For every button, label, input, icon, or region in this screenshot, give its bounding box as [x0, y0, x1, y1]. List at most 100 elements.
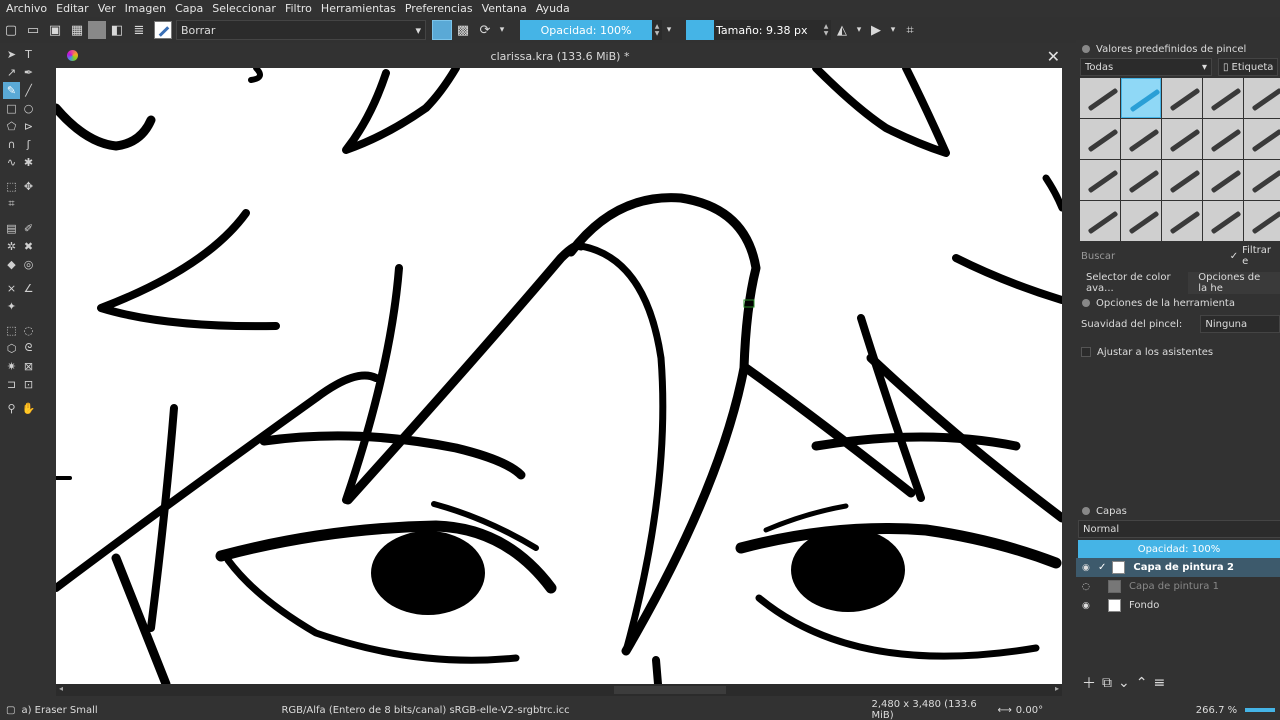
move-up-icon[interactable]: ⌃ — [1136, 675, 1148, 691]
close-icon[interactable]: ✕ — [1047, 47, 1060, 66]
fill-tool-icon[interactable]: ◆ — [3, 256, 20, 273]
brush-preset[interactable] — [1244, 78, 1280, 118]
gradient-icon[interactable]: ▦ — [66, 19, 88, 41]
brush-preset[interactable] — [1080, 78, 1120, 118]
assistant-tool-icon[interactable]: ⨯ — [3, 280, 20, 297]
color-picker-icon[interactable]: ✐ — [20, 220, 37, 237]
color-swap-icon[interactable]: ◧ — [106, 19, 128, 41]
add-layer-icon[interactable]: ＋ — [1082, 673, 1096, 693]
dynamic-brush-icon[interactable]: ∿ — [3, 154, 20, 171]
enclose-fill-icon[interactable]: ◎ — [20, 256, 37, 273]
size-spinner[interactable]: ▲ ▼ — [821, 20, 831, 40]
hidden-eye-icon[interactable]: ◌ — [1082, 582, 1094, 592]
brush-preset[interactable] — [1203, 78, 1243, 118]
brush-preset[interactable] — [1162, 119, 1202, 159]
assistants-checkbox[interactable] — [1081, 347, 1091, 357]
menu-ayuda[interactable]: Ayuda — [536, 2, 570, 15]
smoothing-combo[interactable]: Ninguna — [1200, 315, 1280, 333]
polygon-tool-icon[interactable]: ⬠ — [3, 118, 20, 135]
size-slider[interactable]: Tamaño: 9.38 px — [686, 20, 821, 40]
polyline-tool-icon[interactable]: ⊳ — [20, 118, 37, 135]
docker-float-icon[interactable] — [1082, 299, 1090, 307]
vertical-scrollbar[interactable] — [1062, 68, 1072, 684]
freehand-select-icon[interactable]: ᘓ — [20, 340, 37, 357]
layer-name[interactable]: Fondo — [1129, 600, 1159, 611]
mirror-horizontal-icon[interactable]: ◭ — [831, 19, 853, 41]
preset-combo[interactable]: Borrar ▾ — [176, 20, 426, 40]
menu-ver[interactable]: Ver — [98, 2, 116, 15]
tab-tool-options[interactable]: Opciones de la he — [1188, 272, 1280, 294]
alpha-lock-icon[interactable]: ▩ — [452, 19, 474, 41]
scrollbar-thumb[interactable] — [614, 686, 726, 694]
menu-ventana[interactable]: Ventana — [482, 2, 527, 15]
preset-search-input[interactable]: Buscar — [1081, 251, 1230, 262]
freehand-brush-icon[interactable]: ✎ — [3, 81, 20, 99]
similar-select-icon[interactable]: ⊠ — [20, 358, 37, 375]
menu-editar[interactable]: Editar — [56, 2, 89, 15]
eye-icon[interactable]: ◉ — [1082, 601, 1094, 611]
check-icon[interactable]: ✓ — [1098, 562, 1106, 573]
move-tool-icon[interactable]: ✥ — [20, 178, 37, 195]
menu-imagen[interactable]: Imagen — [125, 2, 166, 15]
brush-preset[interactable] — [1080, 160, 1120, 200]
reference-image-icon[interactable]: ✦ — [3, 298, 20, 315]
brush-settings-icon[interactable]: ≣ — [128, 19, 150, 41]
brush-preset[interactable] — [1080, 119, 1120, 159]
gradient-tool-icon[interactable]: ▤ — [3, 220, 20, 237]
docker-float-icon[interactable] — [1082, 507, 1090, 515]
reload-preset-icon[interactable]: ⟳ — [474, 19, 496, 41]
contiguous-select-icon[interactable]: ✷ — [3, 358, 20, 375]
pattern-icon[interactable] — [88, 21, 106, 39]
scroll-right-icon[interactable]: ▸ — [1055, 684, 1059, 693]
brush-preset[interactable] — [1162, 201, 1202, 241]
text-tool-icon[interactable]: T — [20, 46, 37, 63]
document-tab[interactable]: clarissa.kra (133.6 MiB) * ✕ — [55, 45, 1065, 68]
transform-tool-icon[interactable]: ⬚ — [3, 178, 20, 195]
chevron-down-icon[interactable]: ▾ — [853, 19, 865, 41]
rotate-icon[interactable]: ⟷ — [997, 705, 1011, 716]
duplicate-layer-icon[interactable]: ⧉ — [1102, 675, 1112, 691]
check-icon[interactable]: ✓ — [1230, 251, 1238, 262]
pan-tool-icon[interactable]: ✋ — [20, 400, 37, 417]
chevron-down-icon[interactable]: ▾ — [887, 19, 899, 41]
select-shapes-icon[interactable]: ➤ — [3, 46, 20, 63]
menu-capa[interactable]: Capa — [175, 2, 203, 15]
menu-seleccionar[interactable]: Seleccionar — [212, 2, 276, 15]
eye-icon[interactable]: ◉ — [1082, 563, 1094, 573]
open-folder-icon[interactable]: ▭ — [22, 19, 44, 41]
layer-opacity-slider[interactable]: Opacidad: 100% — [1078, 540, 1280, 558]
chevron-down-icon[interactable]: ▾ — [662, 19, 676, 41]
menu-archivo[interactable]: Archivo — [6, 2, 47, 15]
ellipse-tool-icon[interactable]: ○ — [20, 100, 37, 117]
docker-float-icon[interactable] — [1082, 45, 1090, 53]
line-tool-icon[interactable]: ╱ — [20, 82, 37, 99]
edit-shapes-icon[interactable]: ↗ — [3, 64, 20, 81]
layer-row[interactable]: ◌ Capa de pintura 1 — [1076, 577, 1280, 596]
eraser-mode-button[interactable] — [432, 20, 452, 40]
polygon-select-icon[interactable]: ⬡ — [3, 340, 20, 357]
layer-row[interactable]: ◉ ✓ Capa de pintura 2 — [1076, 558, 1280, 577]
bezier-select-icon[interactable]: ⊐ — [3, 376, 20, 393]
menu-preferencias[interactable]: Preferencias — [405, 2, 473, 15]
rectangle-tool-icon[interactable]: □ — [3, 100, 20, 117]
zoom-slider[interactable] — [1245, 708, 1276, 712]
crop-wrap-icon[interactable]: ⌗ — [899, 19, 921, 41]
bezier-tool-icon[interactable]: ∩ — [3, 136, 20, 153]
brush-preset[interactable] — [1203, 160, 1243, 200]
mirror-vertical-icon[interactable]: ▶ — [865, 19, 887, 41]
save-icon[interactable]: ▣ — [44, 19, 66, 41]
brush-preset[interactable] — [1162, 78, 1202, 118]
brush-preset[interactable] — [1203, 201, 1243, 241]
layer-name[interactable]: Capa de pintura 2 — [1133, 562, 1234, 573]
brush-preset[interactable] — [1244, 201, 1280, 241]
rect-select-icon[interactable]: ⬚ — [3, 322, 20, 339]
tab-color-selector[interactable]: Selector de color ava... — [1076, 272, 1188, 294]
move-down-icon[interactable]: ⌄ — [1118, 675, 1130, 691]
drawing-canvas[interactable] — [56, 68, 1062, 684]
new-document-icon[interactable]: ▢ — [0, 19, 22, 41]
zoom-tool-icon[interactable]: ⚲ — [3, 400, 20, 417]
tag-button[interactable]: ▯ Etiqueta — [1218, 58, 1278, 76]
magnetic-select-icon[interactable]: ⊡ — [20, 376, 37, 393]
measure-tool-icon[interactable]: ∠ — [20, 280, 37, 297]
brush-preset[interactable] — [1244, 160, 1280, 200]
